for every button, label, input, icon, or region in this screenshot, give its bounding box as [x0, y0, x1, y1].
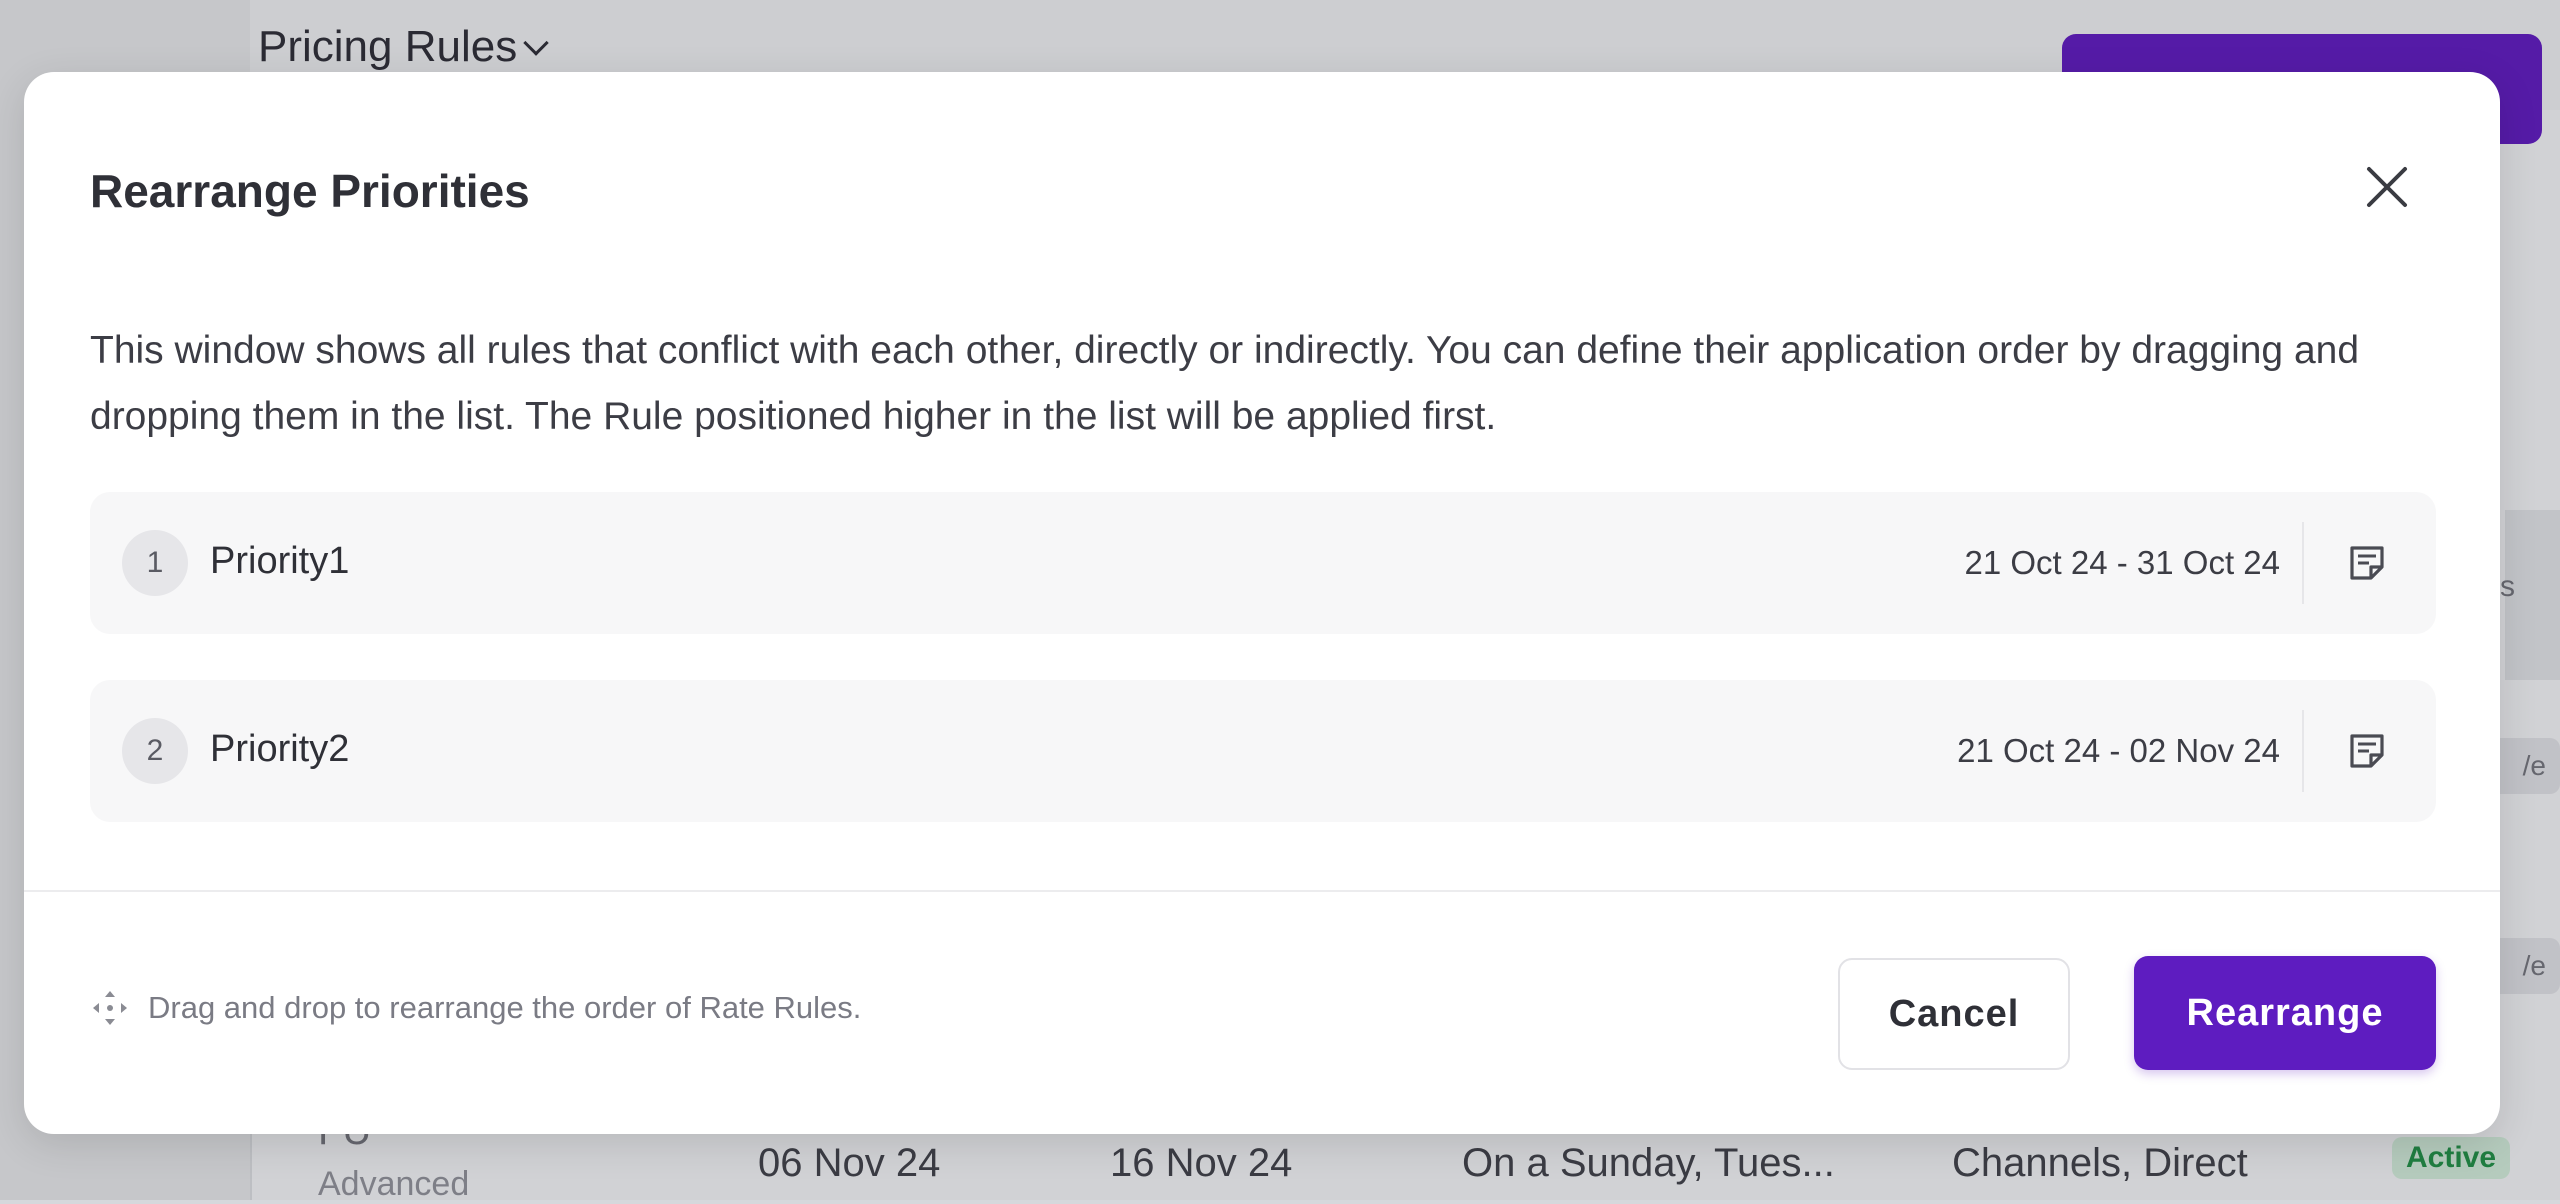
close-button[interactable] [2354, 154, 2420, 220]
drag-hint-text: Drag and drop to rearrange the order of … [148, 990, 862, 1025]
modal-title: Rearrange Priorities [90, 165, 530, 217]
rule-name: Priority1 [210, 540, 350, 582]
priority-number: 2 [122, 718, 188, 784]
drag-move-icon [93, 991, 127, 1025]
priority-list-item[interactable]: 2 Priority2 21 Oct 24 - 02 Nov 24 [90, 680, 2436, 822]
close-icon [2367, 167, 2407, 207]
note-button[interactable] [2342, 538, 2392, 588]
footer-divider [24, 890, 2500, 892]
priority-number: 1 [122, 530, 188, 596]
note-icon [2350, 734, 2384, 768]
divider [2302, 522, 2304, 604]
rearrange-priorities-modal: Rearrange Priorities This window shows a… [24, 72, 2500, 1134]
note-icon [2350, 546, 2384, 580]
priority-list-item[interactable]: 1 Priority1 21 Oct 24 - 31 Oct 24 [90, 492, 2436, 634]
modal-description: This window shows all rules that conflic… [90, 329, 2360, 438]
drag-hint: Drag and drop to rearrange the order of … [90, 988, 861, 1028]
note-button[interactable] [2342, 726, 2392, 776]
rule-date-range: 21 Oct 24 - 31 Oct 24 [1964, 544, 2281, 581]
rearrange-button[interactable]: Rearrange [2134, 956, 2436, 1070]
cancel-button[interactable]: Cancel [1838, 958, 2070, 1070]
rule-name: Priority2 [210, 728, 350, 770]
divider [2302, 710, 2304, 792]
rule-date-range: 21 Oct 24 - 02 Nov 24 [1957, 732, 2280, 769]
